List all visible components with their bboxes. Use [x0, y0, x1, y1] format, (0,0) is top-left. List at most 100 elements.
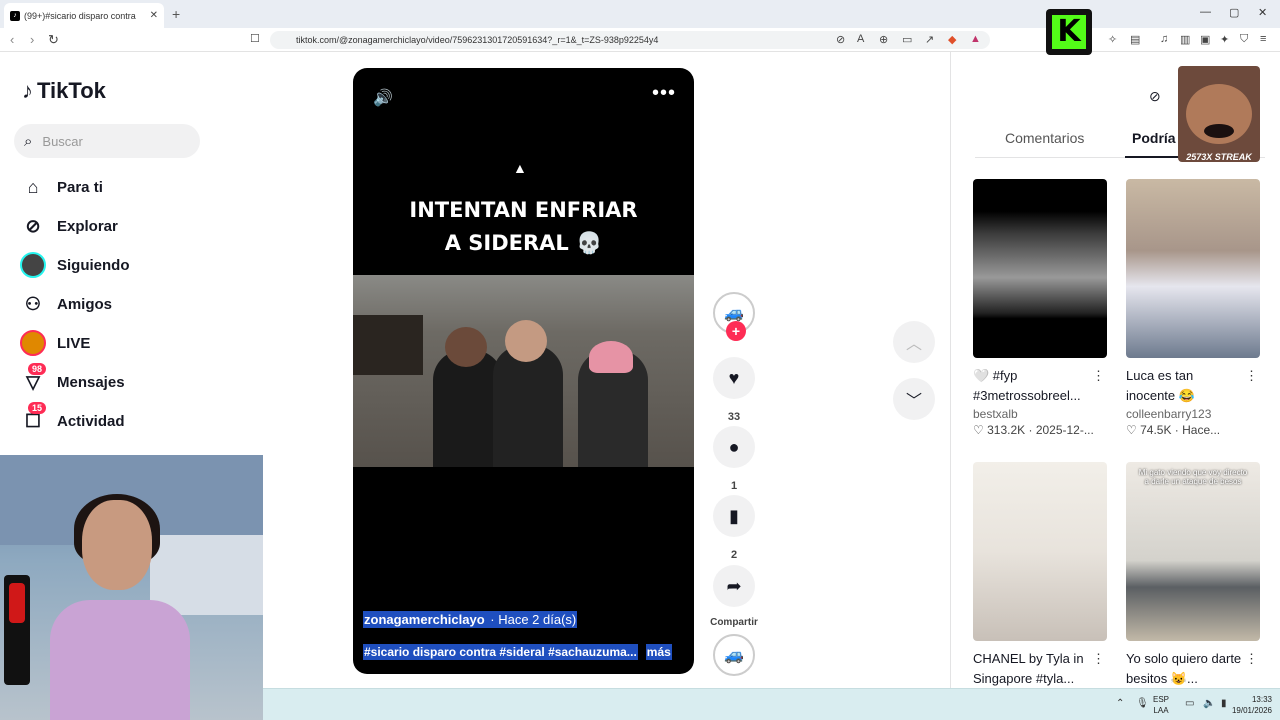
- search-placeholder: Buscar: [42, 133, 83, 149]
- reload-icon[interactable]: ↻: [48, 32, 59, 48]
- close-window-icon[interactable]: ✕: [1258, 6, 1267, 19]
- share-page-icon[interactable]: ↗: [925, 33, 934, 46]
- messages-badge: 98: [28, 363, 47, 375]
- creator-avatar[interactable]: 🚙 +: [713, 292, 755, 341]
- previous-video-button[interactable]: ︿: [893, 321, 935, 363]
- kick-logo-overlay: K: [1046, 9, 1092, 55]
- comment-action[interactable]: ● 1: [706, 426, 762, 492]
- share-action[interactable]: ➦ Compartir: [706, 565, 762, 628]
- card-more-icon[interactable]: ⋮: [1245, 366, 1258, 386]
- sidebar-item-amigos[interactable]: ⚇ Amigos: [20, 289, 240, 319]
- next-video-button[interactable]: ﹀: [893, 378, 935, 420]
- heart-icon[interactable]: ♥: [713, 357, 755, 399]
- card-title: CHANEL by Tyla in Singapore #tyla... ⋮: [973, 649, 1105, 686]
- like-count: 33: [727, 411, 741, 423]
- card-author[interactable]: colleenbarry123: [1126, 407, 1260, 421]
- tray-chevron-icon[interactable]: ⌃: [1116, 698, 1124, 709]
- avatar: [20, 252, 46, 278]
- brave-rewards-icon[interactable]: ▲: [970, 33, 981, 45]
- recommended-card[interactable]: CHANEL by Tyla in Singapore #tyla... ⋮: [973, 462, 1107, 689]
- video-thumbnail[interactable]: [973, 462, 1107, 641]
- extensions-icon[interactable]: ✧: [1108, 33, 1117, 46]
- volume-icon[interactable]: 🔊: [373, 88, 393, 108]
- recommended-card[interactable]: 🤍 #fyp #3metrossobreel... ⋮ bestxalb ♡ 31…: [973, 179, 1107, 437]
- sidebar-item-siguiendo[interactable]: Siguiendo: [20, 250, 240, 280]
- sidebar-item-para-ti[interactable]: ⌂ Para ti: [20, 172, 240, 202]
- creator-avatar-action[interactable]: 🚙 +: [706, 292, 762, 341]
- card-more-icon[interactable]: ⋮: [1092, 649, 1105, 669]
- minimize-icon[interactable]: —: [1200, 6, 1211, 18]
- music-disc-avatar[interactable]: 🚙: [713, 634, 755, 676]
- card-title: 🤍 #fyp #3metrossobreel... ⋮: [973, 366, 1105, 403]
- media-icon[interactable]: ♫: [1160, 33, 1168, 45]
- recommended-card[interactable]: Luca es tan inocente 😂 ⋮ colleenbarry123 …: [1126, 179, 1260, 437]
- card-stats: ♡ 74.5K · Hace...: [1126, 423, 1221, 437]
- microphone-tray-icon[interactable]: 🎙: [1136, 698, 1149, 709]
- card-more-icon[interactable]: ⋮: [1245, 649, 1258, 669]
- save-action[interactable]: ▮ 2: [706, 495, 762, 561]
- tiktok-logo[interactable]: ♪ TikTok: [22, 78, 106, 104]
- forward-icon[interactable]: ›: [30, 32, 34, 47]
- tab-podria-interesarte[interactable]: Podría i: [1132, 130, 1183, 146]
- browser-tab[interactable]: ♪ (99+)#sicario disparo contra ✕: [4, 3, 164, 28]
- reader-icon[interactable]: ⊘: [836, 33, 845, 46]
- more-options-icon[interactable]: •••: [652, 82, 676, 105]
- sidebar-item-explorar[interactable]: ⊘ Explorar: [20, 211, 240, 241]
- home-icon: ⌂: [27, 176, 39, 197]
- video-thumbnail[interactable]: Mi gato viendo que voy directo a darle u…: [1126, 462, 1260, 641]
- streamer-face-overlay: 2573X STREAK: [1178, 66, 1260, 162]
- bookmark-save-icon[interactable]: ▮: [713, 495, 755, 537]
- tiktok-note-icon: ♪: [22, 78, 33, 103]
- leo-ai-icon[interactable]: ✦: [1220, 33, 1229, 46]
- sidebar-item-actividad[interactable]: ☐ 15 Actividad: [20, 402, 240, 436]
- sidebar-item-live[interactable]: LIVE: [20, 328, 240, 358]
- author-link[interactable]: zonagamerchiclayo: [363, 611, 486, 628]
- video-caption: INTENTAN ENFRIAR A SIDERAL 💀: [353, 194, 694, 260]
- sidebar-item-label: Mensajes: [57, 373, 125, 391]
- wallet-icon[interactable]: ▣: [1200, 33, 1210, 46]
- chevron-up-icon: ︿: [905, 336, 922, 353]
- more-link[interactable]: más: [645, 644, 672, 660]
- video-player[interactable]: 🔊 ••• INTENTAN ENFRIAR A SIDERAL 💀 zonag…: [353, 68, 694, 674]
- sidebar-toggle-icon[interactable]: ▤: [1130, 33, 1140, 46]
- battery-icon[interactable]: ▮: [1221, 698, 1227, 709]
- tab-close-icon[interactable]: ✕: [150, 10, 158, 21]
- panel-icon[interactable]: ▥: [1180, 33, 1190, 46]
- sidebar-item-label: Actividad: [57, 412, 125, 430]
- sidebar-item-mensajes[interactable]: ▽ 98 Mensajes: [20, 363, 240, 397]
- search-input[interactable]: ⌕ Buscar: [14, 124, 200, 158]
- friends-icon: ⚇: [24, 293, 42, 314]
- video-thumbnail[interactable]: [1126, 179, 1260, 358]
- like-action[interactable]: ♥ 33: [706, 357, 762, 423]
- video-thumbnail[interactable]: [973, 179, 1107, 358]
- tiktok-favicon-icon: ♪: [10, 10, 20, 21]
- follow-plus-icon[interactable]: +: [726, 321, 746, 341]
- share-arrow-icon[interactable]: ➦: [713, 565, 755, 607]
- maximize-icon[interactable]: ▢: [1229, 6, 1239, 19]
- back-icon[interactable]: ‹: [10, 32, 14, 47]
- sound-disc-action[interactable]: 🚙: [706, 634, 762, 676]
- comment-icon[interactable]: ●: [713, 426, 755, 468]
- clock[interactable]: 13:33 19/01/2026: [1232, 694, 1272, 716]
- translate-icon[interactable]: A: [857, 33, 864, 45]
- explore-compass-icon[interactable]: ⊘: [1149, 88, 1161, 105]
- screenshot-icon[interactable]: ▭: [902, 33, 912, 46]
- card-stats: ♡ 313.2K · 2025-12-...: [973, 423, 1094, 437]
- speaker-icon[interactable]: 🔈: [1203, 698, 1215, 709]
- sidebar-item-label: Para ti: [57, 178, 103, 196]
- logo-text: TikTok: [37, 78, 106, 103]
- recommended-card[interactable]: Mi gato viendo que voy directo a darle u…: [1126, 462, 1260, 689]
- card-more-icon[interactable]: ⋮: [1092, 366, 1105, 386]
- hashtags[interactable]: #sicario disparo contra #sideral #sachau…: [363, 644, 638, 660]
- card-author[interactable]: bestxalb: [973, 407, 1107, 421]
- menu-icon[interactable]: ≡: [1260, 33, 1266, 45]
- video-frame: [353, 275, 694, 467]
- tab-comentarios[interactable]: Comentarios: [1005, 130, 1084, 146]
- brave-shield-icon[interactable]: ◆: [948, 33, 956, 46]
- keyboard-language[interactable]: ESP LAA: [1153, 694, 1169, 716]
- vpn-icon[interactable]: ⛉: [1240, 33, 1248, 46]
- new-tab-button[interactable]: +: [172, 6, 180, 22]
- bookmark-icon[interactable]: ☐: [250, 32, 260, 45]
- network-icon[interactable]: ▭: [1185, 698, 1194, 709]
- zoom-icon[interactable]: ⊕: [879, 33, 888, 46]
